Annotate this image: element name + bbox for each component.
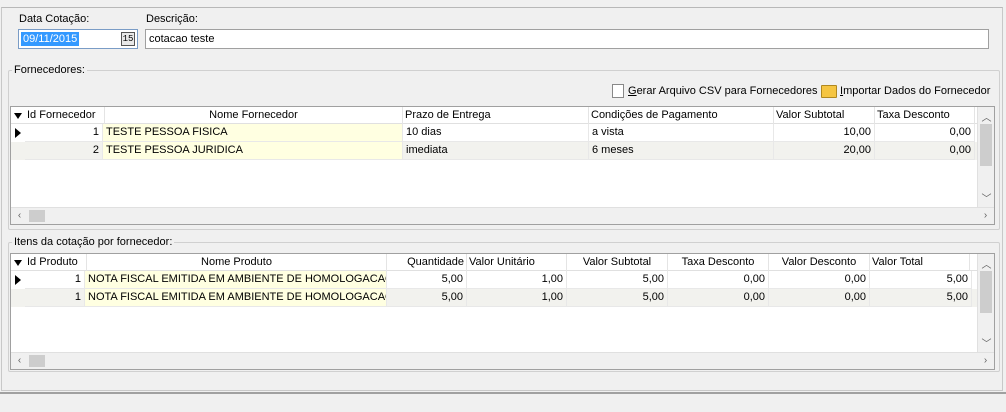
cell-taxa[interactable]: 0,00 <box>668 271 769 289</box>
cell-condicoes[interactable]: 6 meses <box>589 142 774 160</box>
cell-taxa[interactable]: 0,00 <box>875 142 975 160</box>
scroll-left-icon[interactable]: ‹ <box>11 210 28 221</box>
date-field[interactable]: 09/11/2015 15 <box>18 29 138 49</box>
description-field[interactable]: cotacao teste <box>145 29 989 49</box>
description-label: Descrição: <box>146 13 198 25</box>
calendar-icon[interactable]: 15 <box>121 32 135 46</box>
col-nome-produto[interactable]: Nome Produto <box>87 254 387 271</box>
cell-prazo[interactable]: 10 dias <box>403 124 589 142</box>
bottom-divider <box>0 392 1006 394</box>
cell-desconto[interactable]: 0,00 <box>769 271 870 289</box>
scroll-thumb[interactable] <box>980 124 992 166</box>
cell-name[interactable]: TESTE PESSOA FISICA <box>103 124 403 142</box>
cell-taxa[interactable]: 0,00 <box>875 124 975 142</box>
scroll-thumb[interactable] <box>29 355 45 367</box>
col-taxa-desconto[interactable]: Taxa Desconto <box>875 107 975 124</box>
cell-qtd[interactable]: 5,00 <box>387 271 467 289</box>
scroll-right-icon[interactable]: › <box>977 210 994 221</box>
table-row[interactable]: 1 TESTE PESSOA FISICA 10 dias a vista 10… <box>11 124 978 142</box>
col-valor-subtotal[interactable]: Valor Subtotal <box>774 107 875 124</box>
cell-subtotal[interactable]: 5,00 <box>567 289 668 307</box>
sort-triangle-icon[interactable] <box>14 260 22 266</box>
cell-id[interactable]: 1 <box>25 124 103 142</box>
scroll-up-icon[interactable]: ︿ <box>978 256 994 271</box>
scroll-left-icon[interactable]: ‹ <box>11 355 28 366</box>
suppliers-group-title: Fornecedores: <box>12 64 87 76</box>
table-row[interactable]: 1 NOTA FISCAL EMITIDA EM AMBIENTE DE HOM… <box>11 271 978 289</box>
csv-file-icon[interactable] <box>612 84 624 98</box>
col-id-produto[interactable]: Id Produto <box>25 254 87 271</box>
suppliers-grid[interactable]: Id Fornecedor Nome Fornecedor Prazo de E… <box>10 106 995 225</box>
cell-subtotal[interactable]: 10,00 <box>774 124 875 142</box>
scroll-down-icon[interactable]: ﹀ <box>978 335 994 350</box>
items-grid[interactable]: Id Produto Nome Produto Quantidade Valor… <box>10 253 995 370</box>
cell-total[interactable]: 5,00 <box>870 271 972 289</box>
items-hscroll[interactable]: ‹ › <box>11 352 994 369</box>
items-grid-header: Id Produto Nome Produto Quantidade Valor… <box>11 254 994 271</box>
import-folder-icon[interactable] <box>821 85 837 98</box>
cell-id[interactable]: 1 <box>25 289 85 307</box>
scroll-thumb[interactable] <box>980 271 992 313</box>
suppliers-grid-header: Id Fornecedor Nome Fornecedor Prazo de E… <box>11 107 994 124</box>
scroll-right-icon[interactable]: › <box>977 355 994 366</box>
row-indicator-icon <box>15 128 21 138</box>
date-value[interactable]: 09/11/2015 <box>21 32 80 46</box>
col-taxa-desconto[interactable]: Taxa Desconto <box>668 254 769 271</box>
scroll-thumb[interactable] <box>29 210 45 222</box>
scroll-down-icon[interactable]: ﹀ <box>978 190 994 205</box>
col-prazo-entrega[interactable]: Prazo de Entrega <box>403 107 589 124</box>
cell-total[interactable]: 5,00 <box>870 289 972 307</box>
col-nome-fornecedor[interactable]: Nome Fornecedor <box>105 107 403 124</box>
scroll-up-icon[interactable]: ︿ <box>978 109 994 124</box>
cell-id[interactable]: 2 <box>25 142 103 160</box>
col-id-fornecedor[interactable]: Id Fornecedor <box>25 107 105 124</box>
cell-name[interactable]: TESTE PESSOA JURIDICA <box>103 142 403 160</box>
sort-triangle-icon[interactable] <box>14 113 22 119</box>
col-valor-total[interactable]: Valor Total <box>870 254 970 271</box>
suppliers-hscroll[interactable]: ‹ › <box>11 207 994 224</box>
cell-name[interactable]: NOTA FISCAL EMITIDA EM AMBIENTE DE HOMOL… <box>85 289 387 307</box>
cell-subtotal[interactable]: 5,00 <box>567 271 668 289</box>
col-condicoes-pagamento[interactable]: Condições de Pagamento <box>589 107 774 124</box>
suppliers-vscroll[interactable]: ︿ ﹀ <box>977 107 994 207</box>
cell-name[interactable]: NOTA FISCAL EMITIDA EM AMBIENTE DE HOMOL… <box>85 271 387 289</box>
col-valor-subtotal[interactable]: Valor Subtotal <box>567 254 668 271</box>
col-valor-desconto[interactable]: Valor Desconto <box>769 254 870 271</box>
items-vscroll[interactable]: ︿ ﹀ <box>977 254 994 352</box>
cell-unit[interactable]: 1,00 <box>467 271 567 289</box>
cell-qtd[interactable]: 5,00 <box>387 289 467 307</box>
cell-prazo[interactable]: imediata <box>403 142 589 160</box>
cell-subtotal[interactable]: 20,00 <box>774 142 875 160</box>
row-indicator-icon <box>15 275 21 285</box>
cell-taxa[interactable]: 0,00 <box>668 289 769 307</box>
cell-id[interactable]: 1 <box>25 271 85 289</box>
date-label: Data Cotação: <box>19 13 90 25</box>
table-row[interactable]: 1 NOTA FISCAL EMITIDA EM AMBIENTE DE HOM… <box>11 289 978 307</box>
cell-desconto[interactable]: 0,00 <box>769 289 870 307</box>
col-quantidade[interactable]: Quantidade <box>387 254 467 271</box>
table-row[interactable]: 2 TESTE PESSOA JURIDICA imediata 6 meses… <box>11 142 978 160</box>
generate-csv-button[interactable]: Gerar Arquivo CSV para Fornecedores <box>628 85 818 97</box>
import-supplier-data-button[interactable]: Importar Dados do Fornecedor <box>840 85 990 97</box>
items-group-title: Itens da cotação por fornecedor: <box>12 236 175 248</box>
cell-condicoes[interactable]: a vista <box>589 124 774 142</box>
col-valor-unitario[interactable]: Valor Unitário <box>467 254 567 271</box>
cell-unit[interactable]: 1,00 <box>467 289 567 307</box>
